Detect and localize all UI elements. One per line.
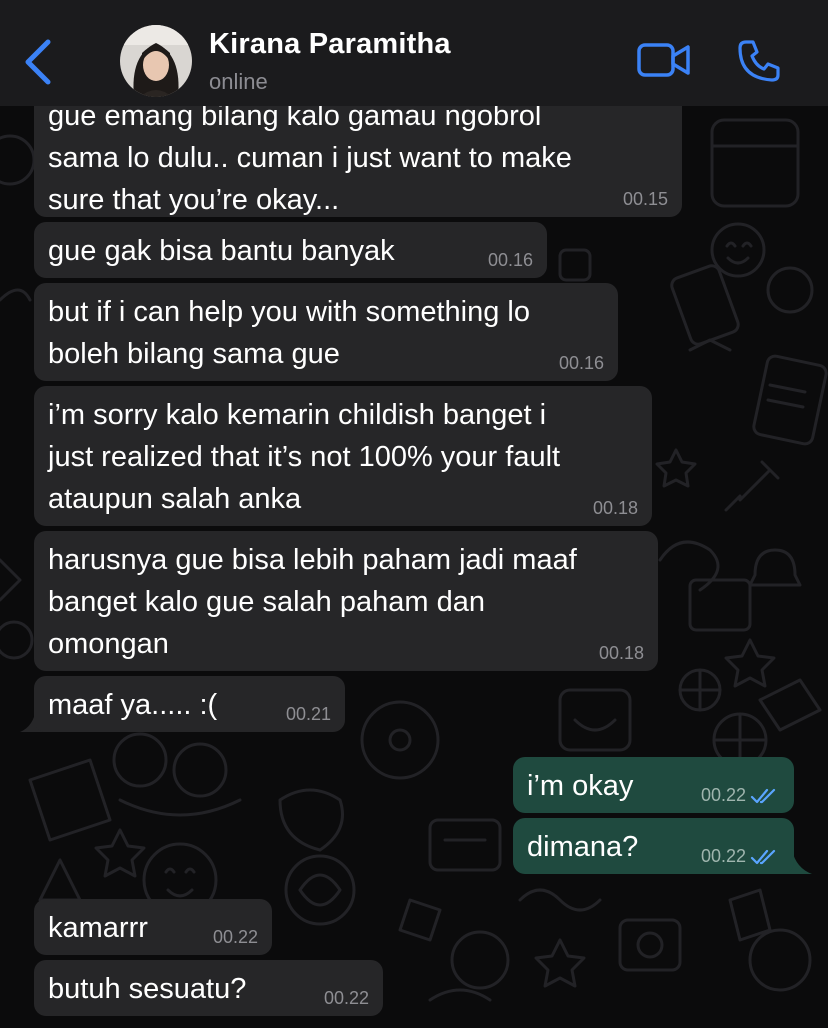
incoming-message[interactable]: kamarrr 00.22 [34, 899, 272, 955]
incoming-message[interactable]: harusnya gue bisa lebih paham jadi maaf … [34, 531, 658, 671]
message-time: 00.16 [487, 250, 533, 270]
avatar-image [120, 25, 192, 97]
message-text: gue gak bisa bantu banyak [48, 235, 395, 267]
message-text: but if i can help you with something lo … [48, 296, 530, 370]
message-text: i’m sorry kalo kemarin childish banget i… [48, 399, 561, 515]
chat-screen: Kirana Paramitha online gue emang bilang… [0, 0, 828, 1028]
chevron-left-icon [25, 39, 51, 85]
chat-header: Kirana Paramitha online [0, 0, 828, 106]
incoming-message[interactable]: gue gak bisa bantu banyak 00.16 [34, 222, 547, 278]
message-time: 00.22 [700, 846, 746, 866]
message-text: harusnya gue bisa lebih paham jadi maaf … [48, 544, 577, 660]
message-time: 00.18 [592, 498, 638, 518]
outgoing-message[interactable]: dimana? 00.22 [513, 818, 794, 874]
message-text: butuh sesuatu? [48, 973, 247, 1005]
video-call-button[interactable] [636, 40, 692, 80]
outgoing-message[interactable]: i’m okay 00.22 [513, 757, 794, 813]
video-camera-icon [637, 43, 690, 77]
message-time: 00.16 [558, 353, 604, 373]
message-time: 00.22 [323, 988, 369, 1008]
incoming-message[interactable]: butuh sesuatu? 00.22 [34, 960, 383, 1016]
incoming-message[interactable]: gue emang bilang kalo gamau ngobrol sama… [34, 87, 682, 217]
incoming-message[interactable]: i’m sorry kalo kemarin childish banget i… [34, 386, 652, 526]
contact-status: online [209, 69, 268, 94]
contact-name[interactable]: Kirana Paramitha [209, 28, 451, 61]
voice-call-button[interactable] [736, 38, 782, 84]
incoming-message[interactable]: maaf ya..... :( 00.21 [34, 676, 345, 732]
message-time: 00.22 [212, 927, 258, 947]
message-time: 00.21 [285, 704, 331, 724]
message-time: 00.22 [700, 785, 746, 805]
message-text: gue emang bilang kalo gamau ngobrol sama… [48, 100, 572, 216]
message-time: 00.18 [598, 643, 644, 663]
message-time: 00.15 [622, 189, 668, 209]
double-check-read-icon [750, 849, 776, 865]
phone-icon [738, 40, 780, 82]
incoming-message[interactable]: but if i can help you with something lo … [34, 283, 618, 381]
double-check-read-icon [750, 788, 776, 804]
contact-avatar[interactable] [120, 25, 192, 97]
back-button[interactable] [18, 36, 62, 88]
